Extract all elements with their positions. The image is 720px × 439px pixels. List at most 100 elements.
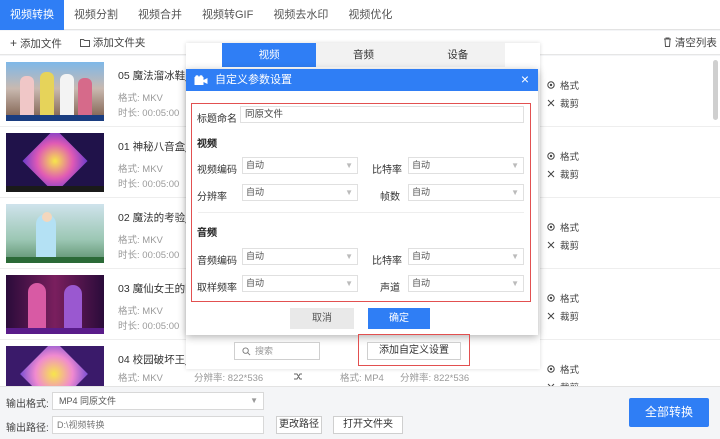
chevron-down-icon: ▼ — [250, 396, 258, 405]
video-codec-label: 视频编码 — [197, 165, 237, 176]
cut-button[interactable]: 裁剪 — [546, 167, 579, 181]
add-file-label: 添加文件 — [19, 38, 62, 50]
cut-button[interactable]: 裁剪 — [546, 96, 579, 110]
video-bitrate-select[interactable]: 自动 ▼ — [408, 157, 524, 174]
output-format-select[interactable]: MP4 同原文件 ▼ — [52, 392, 264, 410]
gear-icon — [547, 294, 555, 302]
clear-list-button[interactable]: 清空列表 — [663, 31, 717, 55]
video-codec-select[interactable]: 自动 ▼ — [242, 157, 358, 174]
fps-label: 帧数 — [380, 192, 400, 203]
tab-video-split[interactable]: 视频分割 — [64, 0, 128, 30]
tab-audio[interactable]: 音频 — [316, 43, 411, 67]
file-resolution: 分辨率: 822*536 — [194, 373, 264, 384]
change-path-button[interactable]: 更改路径 — [276, 416, 322, 434]
format-button[interactable]: 格式 — [546, 220, 579, 234]
confirm-button[interactable]: 确定 — [368, 308, 430, 329]
search-icon — [242, 347, 251, 356]
audio-bitrate-select[interactable]: 自动 ▼ — [408, 248, 524, 265]
video-thumbnail — [6, 62, 104, 121]
format-button[interactable]: 格式 — [546, 362, 579, 376]
tab-remove-watermark[interactable]: 视频去水印 — [263, 0, 338, 30]
shuffle-icon — [294, 373, 302, 380]
video-thumbnail — [6, 346, 104, 386]
sample-rate-select[interactable]: 自动 ▼ — [242, 275, 358, 292]
format-search-input[interactable]: 搜索 — [234, 342, 320, 360]
chevron-down-icon: ▼ — [345, 161, 353, 170]
output-resolution: 分辨率: 822*536 — [400, 373, 470, 384]
add-folder-label: 添加文件夹 — [92, 37, 146, 49]
convert-all-button[interactable]: 全部转换 — [629, 398, 709, 427]
format-button[interactable]: 格式 — [546, 149, 579, 163]
add-custom-settings-button[interactable]: 添加自定义设置 — [367, 342, 461, 360]
video-thumbnail — [6, 133, 104, 192]
resolution-select[interactable]: 自动 ▼ — [242, 184, 358, 201]
tab-video-convert[interactable]: 视频转换 — [0, 0, 64, 30]
tab-video-to-gif[interactable]: 视频转GIF — [192, 0, 263, 30]
file-duration: 时长: 00:05:00 — [118, 250, 180, 261]
chevron-down-icon: ▼ — [345, 188, 353, 197]
bottom-bar: 输出格式: MP4 同原文件 ▼ 输出路径: D:\视频转换 更改路径 打开文件… — [0, 386, 720, 439]
gear-icon — [547, 365, 555, 373]
tab-device[interactable]: 设备 — [410, 43, 505, 67]
video-camera-icon — [194, 75, 208, 85]
audio-codec-label: 音频编码 — [197, 256, 237, 267]
add-folder-button[interactable]: 添加文件夹 — [80, 31, 145, 55]
name-label: 标题命名 — [197, 114, 237, 125]
video-section-title: 视频 — [197, 139, 217, 150]
file-name: 03 魔仙女王的降 — [118, 283, 196, 295]
cut-button[interactable]: 裁剪 — [546, 238, 579, 252]
file-duration: 时长: 00:05:00 — [118, 108, 180, 119]
folder-icon — [80, 39, 90, 47]
resolution-label: 分辨率 — [197, 192, 227, 203]
scissors-icon — [547, 99, 555, 107]
open-folder-button[interactable]: 打开文件夹 — [333, 416, 403, 434]
file-format: 格式: MKV — [118, 164, 163, 175]
custom-params-dialog: 自定义参数设置 × 标题命名 同原文件 视频 视频编码 自动 ▼ 比特率 自动 ▼ … — [186, 69, 538, 335]
audio-codec-select[interactable]: 自动 ▼ — [242, 248, 358, 265]
tab-video-merge[interactable]: 视频合并 — [128, 0, 192, 30]
video-thumbnail — [6, 204, 104, 263]
format-button[interactable]: 格式 — [546, 78, 579, 92]
search-placeholder: 搜索 — [255, 346, 274, 356]
dialog-header: 自定义参数设置 × — [186, 69, 538, 91]
file-format: 格式: MKV — [118, 306, 163, 317]
cancel-button[interactable]: 取消 — [290, 308, 354, 329]
chevron-down-icon: ▼ — [345, 252, 353, 261]
audio-section-title: 音频 — [197, 228, 217, 239]
video-thumbnail — [6, 275, 104, 334]
gear-icon — [547, 81, 555, 89]
audio-bitrate-label: 比特率 — [372, 256, 402, 267]
output-path-label: 输出路径: — [6, 423, 49, 434]
cut-button[interactable]: 裁剪 — [546, 309, 579, 323]
top-tab-bar: 视频转换 视频分割 视频合并 视频转GIF 视频去水印 视频优化 — [0, 0, 720, 30]
scissors-icon — [547, 241, 555, 249]
chevron-down-icon: ▼ — [511, 252, 519, 261]
params-highlight-box — [191, 103, 531, 302]
section-divider — [198, 212, 524, 213]
tab-video[interactable]: 视频 — [222, 43, 317, 67]
tab-video-optimize[interactable]: 视频优化 — [338, 0, 402, 30]
chevron-down-icon: ▼ — [511, 279, 519, 288]
format-button[interactable]: 格式 — [546, 291, 579, 305]
channel-label: 声道 — [380, 283, 400, 294]
chevron-down-icon: ▼ — [511, 161, 519, 170]
output-format-label: 输出格式: — [6, 399, 49, 410]
plus-icon: + — [10, 36, 18, 50]
output-path-field[interactable]: D:\视频转换 — [52, 416, 264, 434]
chevron-down-icon: ▼ — [511, 188, 519, 197]
channel-select[interactable]: 自动 ▼ — [408, 275, 524, 292]
title-name-input[interactable]: 同原文件 — [240, 106, 524, 123]
format-panel-tabs: 视频 音频 设备 — [222, 43, 505, 67]
output-format: 格式: MP4 — [340, 373, 384, 384]
close-icon[interactable]: × — [521, 69, 529, 90]
video-bitrate-label: 比特率 — [372, 165, 402, 176]
add-file-button[interactable]: + 添加文件 — [10, 31, 62, 55]
gear-icon — [547, 152, 555, 160]
fps-select[interactable]: 自动 ▼ — [408, 184, 524, 201]
file-format: 格式: MKV — [118, 93, 163, 104]
file-format: 格式: MKV — [118, 235, 163, 246]
scissors-icon — [547, 170, 555, 178]
sample-rate-label: 取样频率 — [197, 283, 237, 294]
trash-icon — [664, 37, 671, 47]
file-duration: 时长: 00:05:00 — [118, 321, 180, 332]
